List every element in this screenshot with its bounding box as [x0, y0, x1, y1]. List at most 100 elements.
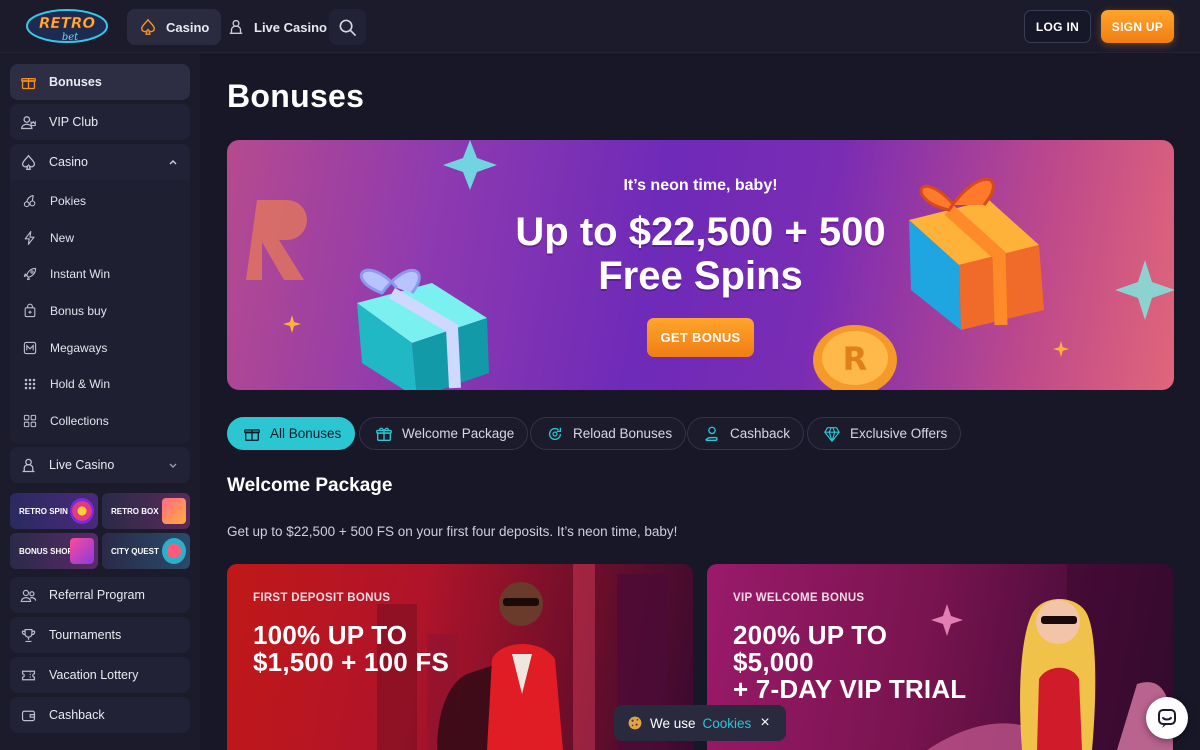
promo-retro-box[interactable]: RETRO BOX [102, 493, 190, 529]
lightning-icon [24, 231, 35, 245]
sidebar-item-bonuses[interactable]: Bonuses [10, 64, 190, 100]
sub-item-label: Megaways [50, 341, 108, 355]
card-title: 100% UP TO $1,500 + 100 FS [253, 620, 449, 677]
sidebar-item-pokies[interactable]: Pokies [10, 186, 190, 216]
sidebar-item-casino[interactable]: Casino [10, 144, 190, 180]
bonus-buy-icon [24, 303, 36, 318]
vip-user-icon [21, 115, 36, 129]
spade-icon [140, 18, 156, 35]
signup-button[interactable]: SIGN UP [1101, 10, 1174, 43]
filter-all-bonuses[interactable]: All Bonuses [227, 417, 356, 450]
tab-casino-label: Casino [166, 19, 210, 35]
svg-text:RETRO: RETRO [39, 14, 96, 32]
ticket-icon [21, 670, 36, 680]
sidebar-item-label: Vacation Lottery [49, 668, 139, 682]
grid-icon [23, 414, 37, 428]
sidebar-item-label: Cashback [49, 708, 105, 722]
svg-text:R: R [843, 340, 868, 378]
sidebar-item-label: VIP Club [49, 115, 99, 129]
sidebar: Bonuses VIP Club Casino Pokies New Insta… [0, 53, 200, 750]
section-description: Get up to $22,500 + 500 FS on your first… [227, 524, 678, 539]
sidebar-item-megaways[interactable]: Megaways [10, 333, 190, 363]
retrobet-logo[interactable]: RETRO bet [24, 6, 110, 46]
filter-label: Cashback [730, 426, 791, 441]
search-button[interactable] [329, 9, 366, 45]
filter-label: Reload Bonuses [573, 426, 673, 441]
promo-bonus-shop[interactable]: BONUS SHOP [10, 533, 98, 569]
filter-welcome-package[interactable]: Welcome Package [359, 417, 529, 450]
tab-live-casino-label: Live Casino [254, 19, 327, 35]
megaways-icon [23, 341, 37, 355]
sidebar-item-label: Tournaments [49, 628, 122, 642]
login-button[interactable]: LOG IN [1024, 10, 1091, 43]
diamond-icon [824, 426, 840, 442]
cherries-icon [23, 194, 36, 208]
sidebar-item-referral-program[interactable]: Referral Program [10, 577, 190, 613]
promo-city-quest[interactable]: CITY QUEST [102, 533, 190, 569]
tab-live-casino[interactable]: Live Casino [215, 9, 339, 45]
gift-box-icon [162, 498, 186, 524]
sidebar-item-label: Live Casino [49, 458, 115, 472]
small-star-icon [1053, 341, 1069, 357]
sidebar-item-label: Referral Program [49, 588, 145, 602]
sub-item-label: Bonus buy [50, 304, 107, 318]
map-pin-icon [162, 538, 186, 564]
sidebar-item-live-casino[interactable]: Live Casino [10, 447, 190, 483]
filter-cashback[interactable]: Cashback [687, 417, 805, 450]
page-title: Bonuses [227, 78, 365, 114]
sidebar-item-instant-win[interactable]: Instant Win [10, 259, 190, 289]
chat-icon [1158, 709, 1176, 728]
cookie-link[interactable]: Cookies [703, 716, 752, 731]
cookie-icon [628, 716, 642, 730]
sidebar-item-cashback[interactable]: Cashback [10, 697, 190, 733]
promo-retro-spin[interactable]: RETRO SPIN [10, 493, 98, 529]
card-kicker: FIRST DEPOSIT BONUS [253, 592, 391, 604]
sidebar-item-new[interactable]: New [10, 223, 190, 253]
hero-kicker: It’s neon time, baby! [623, 177, 778, 194]
dealer-icon [22, 458, 35, 472]
chevron-down-icon [169, 463, 177, 468]
sidebar-item-vacation-lottery[interactable]: Vacation Lottery [10, 657, 190, 693]
cashback-icon [705, 426, 718, 441]
chevron-up-icon [169, 160, 177, 165]
small-star-icon [283, 315, 301, 333]
trophy-icon [21, 628, 36, 642]
promo-label: BONUS SHOP [19, 546, 73, 556]
sidebar-item-vip-club[interactable]: VIP Club [10, 104, 190, 140]
get-bonus-button[interactable]: GET BONUS [647, 318, 754, 357]
svg-text:bet: bet [62, 32, 79, 43]
tab-casino[interactable]: Casino [127, 9, 222, 45]
section-title: Welcome Package [227, 475, 393, 496]
filter-label: All Bonuses [270, 426, 342, 441]
filter-exclusive-offers[interactable]: Exclusive Offers [807, 417, 962, 450]
hero-title: Up to $22,500 + 500 Free Spins [515, 210, 886, 298]
hold-win-icon [24, 378, 36, 390]
dealer-icon [229, 19, 243, 34]
sidebar-item-collections[interactable]: Collections [10, 406, 190, 436]
casino-submenu: Pokies New Instant Win Bonus buy Megaway… [10, 180, 190, 444]
sub-item-label: Collections [50, 414, 109, 428]
cookie-notice: We use Cookies × [614, 705, 786, 741]
hero-banner: R It’s neon time, baby! Up to $22,500 + … [227, 140, 1174, 390]
promo-label: RETRO BOX [111, 506, 159, 516]
spade-icon [21, 154, 36, 170]
top-bar: RETRO bet Casino Live Casino LOG IN SIGN… [0, 0, 1200, 53]
sidebar-item-tournaments[interactable]: Tournaments [10, 617, 190, 653]
shopping-bag-icon [70, 538, 94, 564]
filter-reload-bonuses[interactable]: Reload Bonuses [530, 417, 687, 450]
sub-item-label: Hold & Win [50, 377, 111, 391]
coin-icon: R [813, 325, 897, 390]
chat-button[interactable] [1146, 697, 1188, 739]
gift-icon [21, 77, 36, 89]
promo-label: CITY QUEST [111, 546, 159, 556]
sidebar-item-hold-win[interactable]: Hold & Win [10, 369, 190, 399]
wheel-icon [70, 498, 94, 524]
close-icon[interactable]: × [758, 714, 772, 732]
sub-item-label: Instant Win [50, 267, 111, 281]
sidebar-item-bonus-buy[interactable]: Bonus buy [10, 296, 190, 326]
users-icon [20, 589, 37, 602]
filter-label: Welcome Package [402, 426, 515, 441]
sidebar-item-label: Bonuses [49, 75, 102, 89]
gift-open-icon [376, 427, 392, 441]
wallet-icon [21, 710, 36, 721]
